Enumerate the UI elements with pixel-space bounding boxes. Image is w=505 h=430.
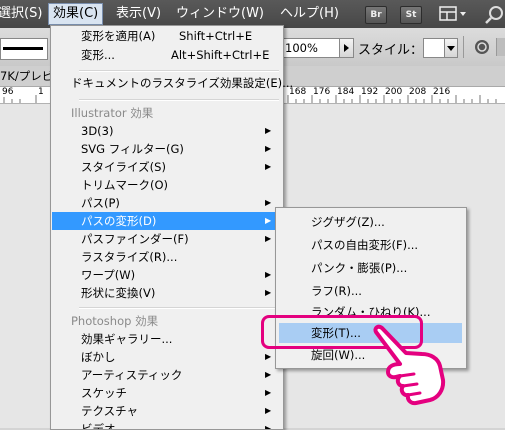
ruler-tick-label: 200 <box>385 87 403 97</box>
menu-item-label: 3D(3) <box>81 124 114 138</box>
menu-item-shortcut: Shift+Ctrl+E <box>179 29 253 43</box>
menu-separator <box>79 70 279 72</box>
stroke-field[interactable] <box>0 38 48 60</box>
menu-view[interactable]: 表示(V) <box>112 5 165 23</box>
menu-item-stylize[interactable]: スタイライズ(S) ▶ <box>51 158 283 176</box>
submenu-item-roughen[interactable]: ラフ(R)... <box>276 282 466 300</box>
ruler-tick-label: 176 <box>313 87 331 97</box>
submenu-item-zigzag[interactable]: ジグザグ(Z)... <box>276 213 466 231</box>
opacity-input[interactable]: 100% <box>282 38 342 58</box>
menu-item-label: スケッチ <box>81 386 127 400</box>
chevron-right-icon: ▶ <box>265 126 272 135</box>
chevron-right-icon: ▶ <box>265 370 272 379</box>
menu-item-3d[interactable]: 3D(3) ▶ <box>51 122 283 140</box>
menu-item-shortcut: Alt+Shift+Ctrl+E <box>171 48 270 62</box>
menu-item-last-effect[interactable]: 変形... Alt+Shift+Ctrl+E <box>51 46 283 64</box>
menu-help[interactable]: ヘルプ(H) <box>276 5 343 23</box>
menu-item-label: ドキュメントのラスタライズ効果設定(E)... <box>71 76 294 90</box>
menu-item-label: 効果ギャラリー... <box>81 332 173 346</box>
menu-select[interactable]: 選択(S) <box>0 5 46 23</box>
style-label: スタイル： <box>358 43 424 58</box>
menu-item-texture[interactable]: テクスチャ ▶ <box>51 402 283 420</box>
menu-bar: 選択(S) 効果(C) 表示(V) ウィンドウ(W) ヘルプ(H) Br St <box>0 0 505 28</box>
menu-window[interactable]: ウィンドウ(W) <box>172 5 268 23</box>
section-header-illustrator: Illustrator 効果 <box>71 106 154 120</box>
menu-item-label: ラスタライズ(R)... <box>81 250 178 264</box>
chevron-right-icon: ▶ <box>265 288 272 297</box>
chevron-right-icon: ▶ <box>265 406 272 415</box>
menu-item-pathfinder[interactable]: パスファインダー(F) ▶ <box>51 230 283 248</box>
bridge-button[interactable]: Br <box>365 6 387 24</box>
stock-button[interactable]: St <box>400 6 422 24</box>
pointing-hand-icon <box>370 320 450 410</box>
chevron-right-icon: ▶ <box>265 162 272 171</box>
globe-button[interactable] <box>473 38 491 56</box>
menu-item-distort-transform[interactable]: パスの変形(D) ▶ <box>52 212 282 230</box>
menu-item-label: パスファインダー(F) <box>81 232 189 246</box>
submenu-item-label: パンク・膨張(P)... <box>311 261 408 275</box>
chevron-right-icon: ▶ <box>265 216 272 225</box>
ruler-tick-label: 192 <box>361 87 379 97</box>
submenu-item-label: ジグザグ(Z)... <box>311 215 385 229</box>
menu-item-label: アーティスティック <box>81 368 183 382</box>
control-bar-end <box>496 38 505 56</box>
menu-item-label: テクスチャ <box>81 404 139 418</box>
style-dropdown-button[interactable] <box>444 38 458 58</box>
globe-icon <box>475 40 489 54</box>
menu-item-sketch[interactable]: スケッチ ▶ <box>51 384 283 402</box>
menu-item-label: パス(P) <box>81 196 120 210</box>
menu-effect[interactable]: 効果(C) <box>48 3 104 25</box>
menu-item-svg-filter[interactable]: SVG フィルター(G) ▶ <box>51 140 283 158</box>
effect-menu: 変形を適用(A) Shift+Ctrl+E 変形... Alt+Shift+Ct… <box>50 25 293 430</box>
chevron-right-icon: ▶ <box>265 388 272 397</box>
menu-item-raster-settings[interactable]: ドキュメントのラスタライズ効果設定(E)... <box>51 74 293 92</box>
menu-item-warp[interactable]: ワープ(W) ▶ <box>51 266 283 284</box>
submenu-item-label: パスの自由変形(F)... <box>311 238 419 252</box>
menu-item-rasterize[interactable]: ラスタライズ(R)... <box>51 248 283 266</box>
menu-item-label: 変形を適用(A) <box>81 29 156 43</box>
chevron-right-icon: ▶ <box>265 198 272 207</box>
search-icon[interactable] <box>484 4 505 24</box>
opacity-dropdown-button[interactable] <box>339 38 354 58</box>
menu-item-label: パスの変形(D) <box>81 214 157 228</box>
chevron-right-icon: ▶ <box>265 144 272 153</box>
menu-item-artistic[interactable]: アーティスティック ▶ <box>51 366 283 384</box>
submenu-item-pucker-bloat[interactable]: パンク・膨張(P)... <box>276 259 466 277</box>
submenu-item-free-distort[interactable]: パスの自由変形(F)... <box>276 236 466 254</box>
ruler-tick-label: 216 <box>433 87 451 97</box>
menu-item-label: SVG フィルター(G) <box>81 142 184 156</box>
menu-item-label: ワープ(W) <box>81 268 136 282</box>
menu-separator <box>79 99 279 101</box>
style-swatch[interactable] <box>423 38 445 58</box>
section-header-photoshop: Photoshop 効果 <box>71 314 159 328</box>
menu-item-path[interactable]: パス(P) ▶ <box>51 194 283 212</box>
menu-item-label: トリムマーク(O) <box>81 178 169 192</box>
menu-item-blur[interactable]: ぼかし ▶ <box>51 348 283 366</box>
menu-item-effect-gallery[interactable]: 効果ギャラリー... <box>51 330 283 348</box>
menu-separator <box>79 307 279 309</box>
ruler-tick-label: 1 <box>38 87 44 97</box>
chevron-right-icon <box>344 44 349 52</box>
menu-item-label: スタイライズ(S) <box>81 160 166 174</box>
chevron-right-icon: ▶ <box>265 352 272 361</box>
ruler-tick-label: 96 <box>2 87 14 97</box>
menu-item-convert-to-shape[interactable]: 形状に変換(V) ▶ <box>51 284 283 302</box>
layout-button[interactable] <box>438 5 468 23</box>
dropdown-arrow-icon <box>447 46 455 51</box>
ruler-tick-label: 208 <box>409 87 427 97</box>
submenu-item-label: ラフ(R)... <box>311 284 362 298</box>
ruler-tick-label: 184 <box>337 87 355 97</box>
chevron-right-icon: ▶ <box>265 234 272 243</box>
menu-item-label: 形状に変換(V) <box>81 286 156 300</box>
stroke-preview <box>3 47 43 50</box>
menu-item-label: ぼかし <box>81 350 116 364</box>
chevron-right-icon: ▶ <box>265 270 272 279</box>
control-divider <box>463 36 464 58</box>
menu-item-trim-marks[interactable]: トリムマーク(O) <box>51 176 283 194</box>
menu-item-label: 変形... <box>81 48 115 62</box>
layout-icon <box>439 6 466 21</box>
menu-item-apply-transform[interactable]: 変形を適用(A) Shift+Ctrl+E <box>51 27 283 45</box>
